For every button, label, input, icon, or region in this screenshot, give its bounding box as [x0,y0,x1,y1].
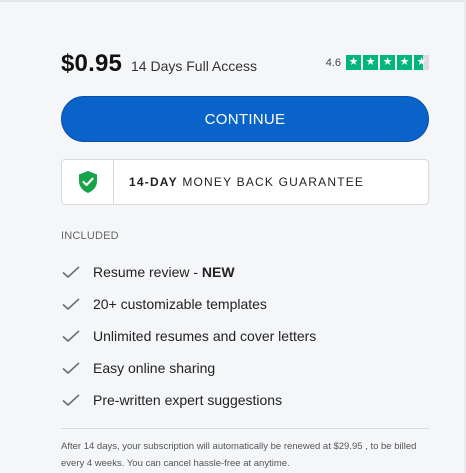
rating-value: 4.6 [325,56,341,69]
feature-list: Resume review - NEW 20+ customizable tem… [61,256,429,416]
checkmark-icon [61,264,83,280]
renewal-footnote: After 14 days, your subscription will au… [61,441,417,469]
divider [61,428,429,429]
money-back-guarantee: 14-DAY MONEY BACK GUARANTEE [61,159,429,205]
plan-price: $0.95 [61,50,123,77]
shield-check-icon [78,171,97,193]
star-icon: ★ [380,55,395,70]
list-item: Easy online sharing [61,352,429,384]
included-heading: INCLUDED [61,230,119,242]
continue-button[interactable]: CONTINUE [61,96,429,142]
star-icon: ★ [397,55,412,70]
checkmark-icon [61,328,83,344]
checkmark-icon [61,296,83,312]
list-item: Unlimited resumes and cover letters [61,320,429,352]
plan-summary: $0.95 14 Days Full Access 4.6 ★ ★ ★ ★ ★ [61,50,429,82]
list-item: Resume review - NEW [61,256,429,288]
star-icon: ★ [363,55,378,70]
checkmark-icon [61,392,83,408]
plan-access-label: 14 Days Full Access [131,58,258,74]
top-border [0,0,466,2]
star-icon: ★ [346,55,361,70]
checkmark-icon [61,360,83,376]
new-badge: NEW [201,264,235,280]
list-item: Pre-written expert suggestions [61,384,429,416]
guarantee-text: 14-DAY MONEY BACK GUARANTEE [129,175,365,189]
rating-stars: ★ ★ ★ ★ ★ [346,55,429,70]
list-item: 20+ customizable templates [61,288,429,320]
half-star-icon: ★ [414,55,429,70]
rating: 4.6 ★ ★ ★ ★ ★ [326,55,429,70]
